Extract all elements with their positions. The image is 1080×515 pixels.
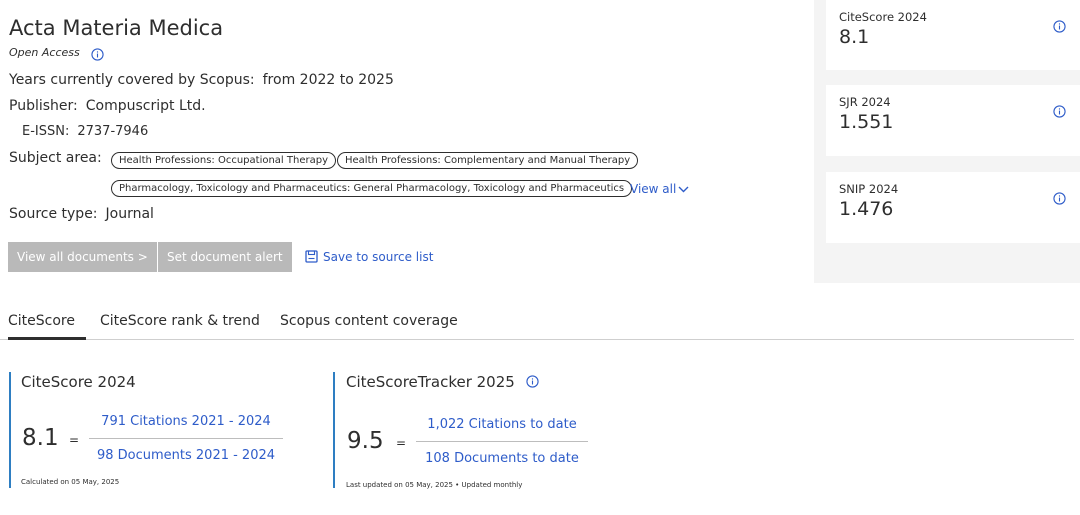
years-value: from 2022 to 2025 bbox=[262, 72, 394, 88]
years-label: Years currently covered by Scopus: bbox=[9, 72, 255, 88]
tab-citescore-rank-trend[interactable]: CiteScore rank & trend bbox=[100, 313, 260, 340]
view-all-documents-button[interactable]: View all documents > bbox=[8, 242, 157, 272]
source-type-value: Journal bbox=[105, 206, 154, 222]
fraction-divider bbox=[89, 438, 283, 439]
equals-sign: = bbox=[69, 433, 80, 447]
metric-card-sjr: SJR 2024 1.551 bbox=[826, 85, 1080, 156]
subject-chip[interactable]: Pharmacology, Toxicology and Pharmaceuti… bbox=[111, 180, 633, 197]
info-icon[interactable] bbox=[1053, 20, 1066, 33]
tracker-documents-link[interactable]: 108 Documents to date bbox=[416, 451, 588, 466]
subject-chip[interactable]: Health Professions: Complementary and Ma… bbox=[337, 152, 639, 169]
calculated-date-note: Calculated on 05 May, 2025 bbox=[21, 478, 120, 486]
source-type-label: Source type: bbox=[9, 206, 98, 222]
tab-citescore[interactable]: CiteScore bbox=[8, 313, 86, 340]
metric-label: CiteScore 2024 bbox=[839, 10, 927, 24]
save-to-source-list-label: Save to source list bbox=[323, 250, 434, 264]
publisher-value: Compuscript Ltd. bbox=[85, 98, 206, 114]
eissn-value: 2737-7946 bbox=[77, 124, 149, 139]
metric-value: 1.551 bbox=[839, 111, 894, 133]
publisher-row: Publisher: Compuscript Ltd. bbox=[9, 98, 206, 114]
save-to-source-list-link[interactable]: Save to source list bbox=[305, 250, 433, 264]
citations-link[interactable]: 791 Citations 2021 - 2024 bbox=[89, 414, 283, 429]
publisher-label: Publisher: bbox=[9, 98, 78, 114]
subject-area-label: Subject area: bbox=[9, 150, 102, 166]
subject-chip[interactable]: Health Professions: Occupational Therapy bbox=[111, 152, 336, 169]
tracker-value: 9.5 bbox=[347, 428, 384, 454]
open-access-label: Open Access bbox=[9, 46, 80, 59]
source-type-row: Source type: Journal bbox=[9, 206, 154, 222]
metric-value: 1.476 bbox=[839, 198, 894, 220]
set-document-alert-button[interactable]: Set document alert bbox=[158, 242, 292, 272]
info-icon[interactable] bbox=[525, 375, 539, 388]
metric-value: 8.1 bbox=[839, 26, 870, 48]
metric-card-citescore: CiteScore 2024 8.1 bbox=[826, 0, 1080, 70]
tracker-title-row: CiteScoreTracker 2025 bbox=[346, 373, 539, 391]
view-all-label: View all bbox=[630, 182, 677, 196]
citescore-tracker-block: CiteScoreTracker 2025 9.5 = 1,022 Citati… bbox=[333, 372, 633, 489]
documents-link[interactable]: 98 Documents 2021 - 2024 bbox=[89, 448, 283, 463]
citescore-title: CiteScore 2024 bbox=[21, 373, 136, 391]
citescore-block: CiteScore 2024 8.1 = 791 Citations 2021 … bbox=[9, 372, 309, 488]
equals-sign: = bbox=[396, 436, 407, 450]
info-icon[interactable] bbox=[1053, 105, 1066, 118]
metrics-tab-bar: CiteScore CiteScore rank & trend Scopus … bbox=[0, 313, 1074, 340]
source-details-panel: Acta Materia Medica Open Access Years cu… bbox=[0, 0, 814, 283]
tracker-citations-link[interactable]: 1,022 Citations to date bbox=[416, 417, 588, 432]
citescore-value: 8.1 bbox=[22, 425, 59, 451]
save-list-icon bbox=[305, 250, 318, 263]
last-updated-note: Last updated on 05 May, 2025 • Updated m… bbox=[346, 481, 523, 489]
eissn-row: E-ISSN: 2737-7946 bbox=[22, 124, 148, 139]
chevron-down-icon bbox=[678, 186, 689, 193]
info-icon[interactable] bbox=[91, 48, 104, 61]
info-icon[interactable] bbox=[1053, 192, 1066, 205]
source-title: Acta Materia Medica bbox=[9, 16, 224, 40]
view-all-subjects-link[interactable]: View all bbox=[630, 182, 689, 196]
metric-label: SNIP 2024 bbox=[839, 182, 899, 196]
eissn-label: E-ISSN: bbox=[22, 124, 70, 139]
tracker-title: CiteScoreTracker 2025 bbox=[346, 373, 515, 391]
metric-label: SJR 2024 bbox=[839, 95, 891, 109]
fraction-divider bbox=[416, 441, 588, 442]
metric-card-snip: SNIP 2024 1.476 bbox=[826, 172, 1080, 243]
tab-scopus-content-coverage[interactable]: Scopus content coverage bbox=[280, 313, 458, 340]
years-covered-row: Years currently covered by Scopus: from 2… bbox=[9, 72, 394, 88]
